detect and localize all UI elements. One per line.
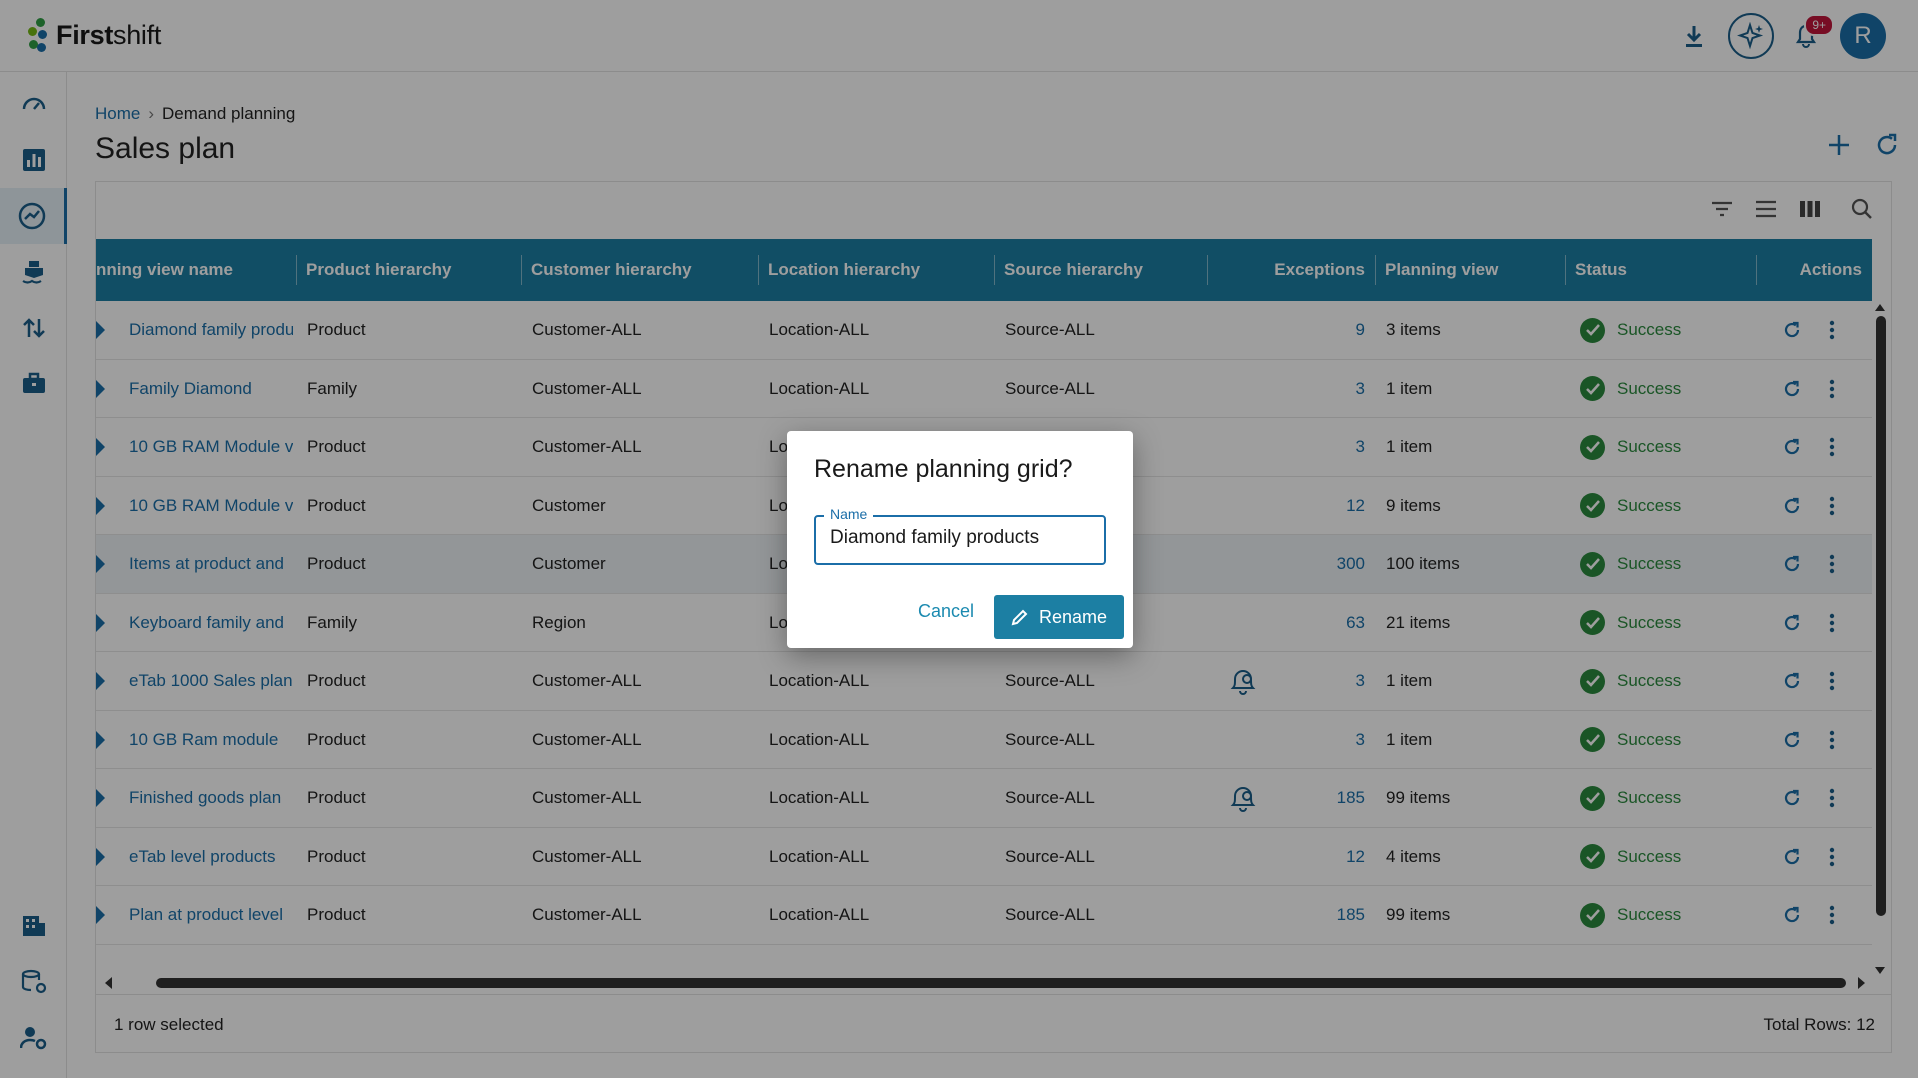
name-input[interactable]	[830, 527, 1096, 549]
pencil-icon	[1011, 609, 1028, 626]
rename-button[interactable]: Rename	[994, 595, 1124, 639]
name-field[interactable]: Name	[814, 506, 1106, 565]
name-field-label: Name	[824, 506, 874, 522]
rename-button-label: Rename	[1038, 606, 1108, 627]
rename-dialog: Rename planning grid? Name Cancel Rename	[787, 431, 1133, 648]
dialog-title: Rename planning grid?	[814, 455, 1073, 483]
cancel-button[interactable]: Cancel	[908, 595, 984, 628]
